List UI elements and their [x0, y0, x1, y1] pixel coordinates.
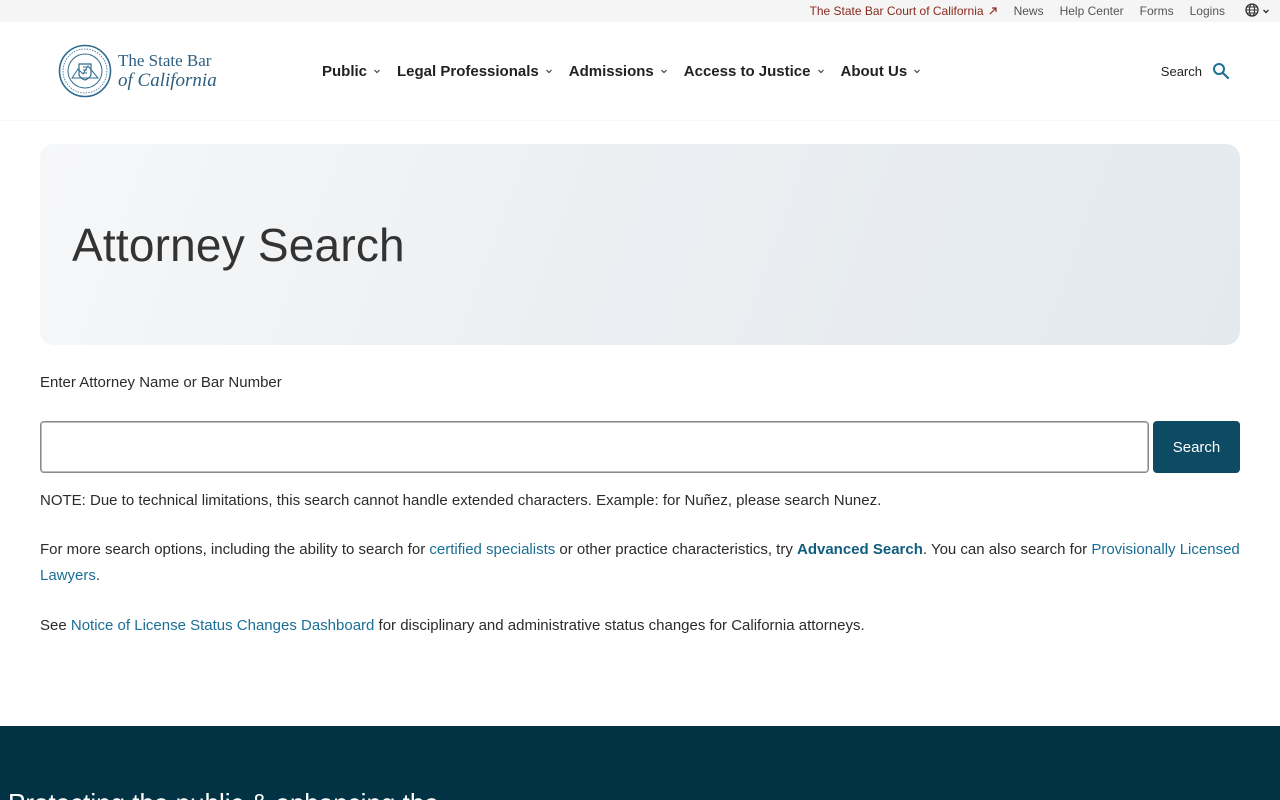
nav-item-access-to-justice[interactable]: Access to Justice: [684, 63, 825, 80]
state-bar-seal-icon: [58, 44, 112, 98]
state-bar-court-link[interactable]: The State Bar Court of California: [809, 4, 997, 18]
globe-icon: [1245, 2, 1259, 20]
dashboard-paragraph: See Notice of License Status Changes Das…: [40, 613, 1240, 639]
chevron-down-icon: [373, 67, 381, 75]
logins-link[interactable]: Logins: [1190, 4, 1225, 18]
state-bar-court-label: The State Bar Court of California: [809, 4, 984, 18]
news-link[interactable]: News: [1014, 4, 1044, 18]
utility-links: The State Bar Court of California News H…: [809, 0, 1280, 22]
search-label: Enter Attorney Name or Bar Number: [40, 374, 282, 391]
search-button[interactable]: Search: [1153, 421, 1240, 473]
more-options-paragraph: For more search options, including the a…: [40, 537, 1240, 589]
header-search-button[interactable]: Search: [1161, 22, 1230, 120]
chevron-down-icon: [817, 67, 825, 75]
state-bar-logo[interactable]: The State Bar of California: [58, 43, 217, 99]
advanced-search-link[interactable]: Advanced Search: [797, 541, 923, 558]
footer-tagline: Protecting the public & enhancing the: [8, 788, 439, 800]
utility-bar: The State Bar Court of California News H…: [0, 0, 1280, 22]
chevron-down-icon: [545, 67, 553, 75]
language-selector[interactable]: [1245, 2, 1270, 20]
hero-banner: Attorney Search: [40, 144, 1240, 345]
dashboard-text: See: [40, 617, 71, 634]
dashboard-text: for disciplinary and administrative stat…: [374, 617, 865, 634]
logo-line-1: The State Bar: [118, 51, 212, 70]
help-center-link[interactable]: Help Center: [1060, 4, 1124, 18]
more-options-text: For more search options, including the a…: [40, 541, 430, 558]
more-options-text: .: [95, 567, 101, 584]
logo-wordmark: The State Bar of California: [118, 51, 217, 91]
nav-item-label: About Us: [840, 62, 908, 80]
nav-item-legal-professionals[interactable]: Legal Professionals: [397, 63, 553, 80]
site-header: The State Bar of California Public Legal…: [0, 22, 1280, 120]
chevron-down-icon: [913, 67, 921, 75]
chevron-down-icon: [660, 67, 668, 75]
nav-item-label: Admissions: [568, 62, 654, 80]
external-link-icon: [988, 6, 998, 16]
search-icon: [1212, 62, 1230, 80]
certified-specialists-link[interactable]: certified specialists: [429, 541, 555, 558]
nav-item-public[interactable]: Public: [322, 63, 381, 80]
license-status-dashboard-link[interactable]: Notice of License Status Changes Dashboa…: [71, 617, 375, 634]
main-nav: Public Legal Professionals Admissions Ac…: [322, 22, 937, 120]
forms-link[interactable]: Forms: [1140, 4, 1174, 18]
nav-item-label: Public: [322, 62, 368, 80]
chevron-down-icon: [1262, 7, 1270, 15]
nav-item-label: Legal Professionals: [397, 62, 539, 80]
nav-item-admissions[interactable]: Admissions: [569, 63, 668, 80]
nav-item-label: Access to Justice: [683, 62, 811, 80]
more-options-text: . You can also search for: [922, 541, 1092, 558]
search-note: NOTE: Due to technical limitations, this…: [40, 492, 882, 509]
logo-line-2: of California: [118, 70, 217, 91]
more-options-text: or other practice characteristics, try: [555, 541, 797, 558]
site-footer: Protecting the public & enhancing the: [0, 726, 1280, 800]
header-search-label: Search: [1160, 63, 1202, 79]
nav-item-about-us[interactable]: About Us: [841, 63, 922, 80]
page-title: Attorney Search: [72, 219, 405, 271]
attorney-search-input[interactable]: [40, 421, 1149, 473]
